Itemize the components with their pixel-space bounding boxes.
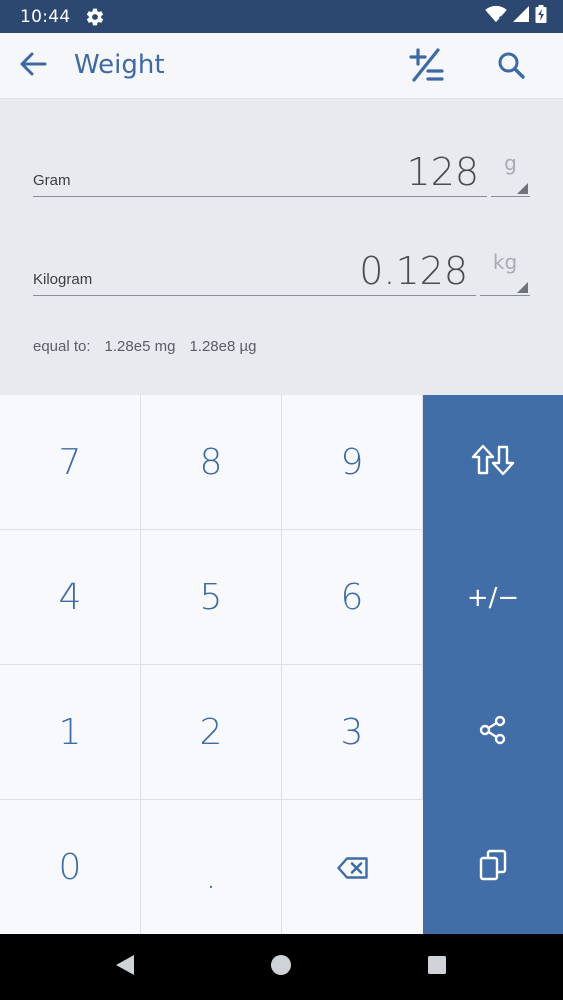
status-icons (485, 5, 547, 28)
to-unit-label: Kilogram (33, 271, 93, 288)
battery-icon (535, 5, 547, 28)
key-4[interactable]: 4 (0, 530, 141, 665)
gear-icon (85, 7, 105, 27)
nav-recents-button[interactable] (424, 954, 450, 980)
equivalent-value: 1.28e5 mg (104, 338, 176, 355)
from-unit-label: Gram (33, 172, 71, 189)
to-value: 0.128 (359, 249, 468, 293)
from-value: 128 (406, 150, 479, 194)
equivalent-value: 1.28e8 µg (189, 338, 257, 355)
key-1[interactable]: 1 (0, 665, 141, 800)
backspace-button[interactable] (282, 800, 423, 934)
search-icon (497, 51, 525, 84)
back-button[interactable] (14, 47, 52, 85)
from-unit-symbol: g (504, 151, 517, 175)
to-unit-symbol: kg (492, 250, 518, 274)
search-button[interactable] (490, 47, 532, 87)
key-3[interactable]: 3 (282, 665, 423, 800)
key-5[interactable]: 5 (141, 530, 282, 665)
equivalents-row: equal to: 1.28e5 mg 1.28e8 µg (33, 338, 256, 355)
plus-minus-button[interactable] (404, 47, 448, 87)
key-2[interactable]: 2 (141, 665, 282, 800)
to-unit-row: Kilogram 0.128 kg (33, 242, 530, 296)
from-unit-dropdown[interactable]: g (491, 143, 530, 197)
status-bar: 10:44 (0, 0, 563, 33)
nav-back-button[interactable] (112, 954, 138, 980)
key-6[interactable]: 6 (282, 530, 423, 665)
arrow-left-icon (19, 52, 47, 81)
page-title: Weight (74, 50, 165, 80)
keypad: 7 8 9 4 5 6 1 2 3 0 . +/− (0, 395, 563, 934)
action-panel: +/− (423, 395, 563, 934)
equal-to-label: equal to: (33, 338, 91, 355)
share-icon (479, 715, 507, 750)
key-decimal[interactable]: . (141, 800, 282, 934)
from-unit-row: Gram 128 g (33, 143, 530, 197)
to-value-field[interactable]: Kilogram 0.128 (33, 242, 476, 296)
signal-icon (513, 6, 529, 27)
wifi-icon (485, 5, 507, 28)
square-recents-icon (427, 955, 447, 980)
dropdown-caret-icon (517, 183, 528, 194)
copy-icon (479, 849, 507, 886)
key-8[interactable]: 8 (141, 395, 282, 530)
copy-button[interactable] (423, 800, 563, 934)
to-unit-dropdown[interactable]: kg (480, 242, 530, 296)
circle-home-icon (270, 954, 292, 981)
nav-home-button[interactable] (268, 954, 294, 980)
app-bar: Weight (0, 33, 563, 99)
toggle-sign-label: +/− (466, 582, 520, 613)
triangle-back-icon (115, 954, 135, 981)
toggle-sign-button[interactable]: +/− (423, 530, 563, 665)
swap-arrows-icon (471, 444, 515, 481)
backspace-icon (336, 847, 369, 888)
dropdown-caret-icon (517, 282, 528, 293)
from-value-field[interactable]: Gram 128 (33, 143, 487, 197)
share-button[interactable] (423, 665, 563, 800)
key-9[interactable]: 9 (282, 395, 423, 530)
conversion-display: Gram 128 g Kilogram 0.128 kg equal to: 1… (0, 99, 563, 395)
plus-minus-icon (408, 47, 444, 87)
swap-units-button[interactable] (423, 395, 563, 530)
key-7[interactable]: 7 (0, 395, 141, 530)
status-time: 10:44 (20, 6, 71, 27)
system-nav-bar (0, 934, 563, 1000)
key-0[interactable]: 0 (0, 800, 141, 934)
